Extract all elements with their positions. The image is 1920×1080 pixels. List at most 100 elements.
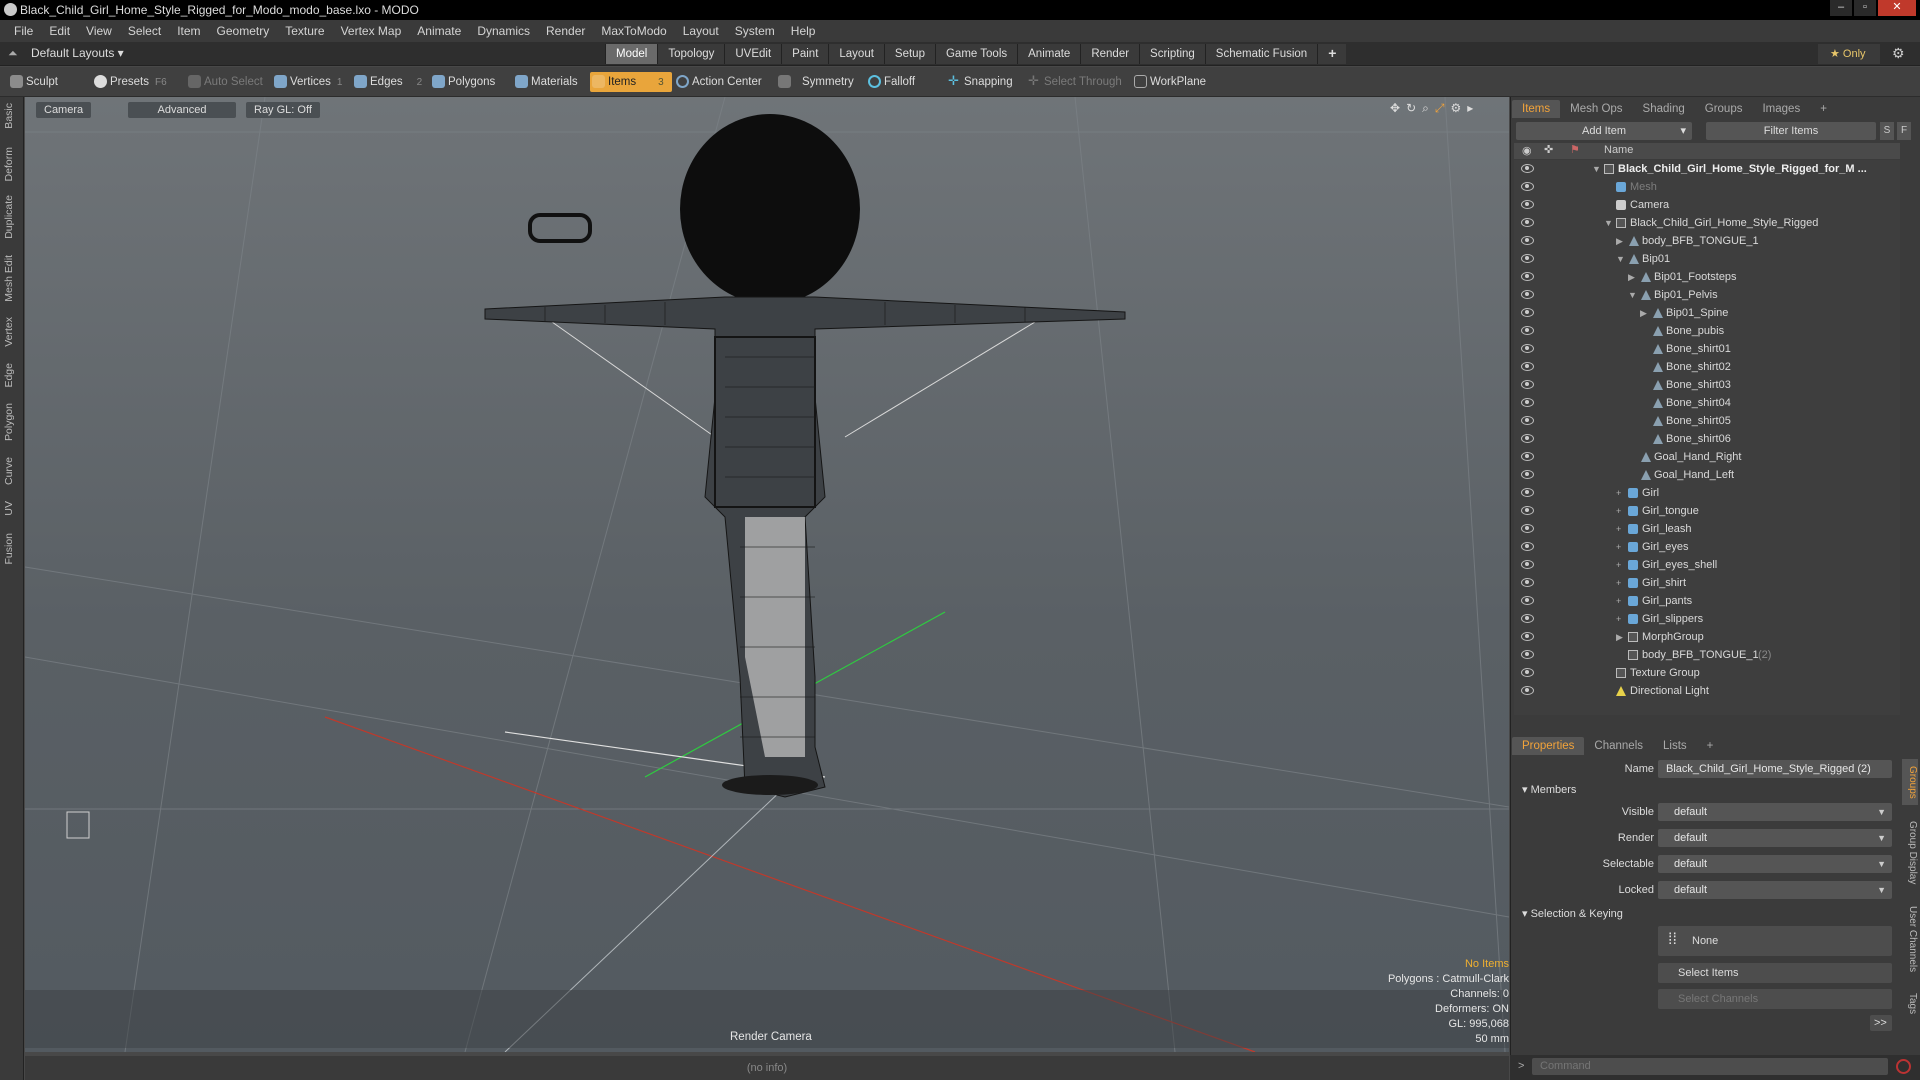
item-row[interactable]: Bone_shirt06	[1514, 430, 1900, 448]
symmetry-button[interactable]: Symmetry	[776, 72, 854, 92]
side-tab-user-channels[interactable]: User Channels	[1902, 899, 1918, 979]
item-row[interactable]: ▼ Bip01_Pelvis	[1514, 286, 1900, 304]
item-row[interactable]: ▶ Bip01_Spine	[1514, 304, 1900, 322]
menu-maxtomodo[interactable]: MaxToModo	[593, 24, 674, 38]
visibility-eye-icon[interactable]	[1520, 559, 1534, 569]
viewport-more-icon[interactable]: ▸	[1467, 101, 1473, 116]
visibility-eye-icon[interactable]	[1520, 667, 1534, 677]
materials-button[interactable]: Materials	[513, 72, 578, 92]
visibility-eye-icon[interactable]	[1520, 379, 1534, 389]
visibility-eye-icon[interactable]	[1520, 181, 1534, 191]
camera-menu[interactable]: Camera	[36, 102, 92, 118]
visibility-eye-icon[interactable]	[1520, 163, 1534, 173]
expand-plus-icon[interactable]: +	[1616, 502, 1621, 520]
tab-groups[interactable]: Groups	[1695, 100, 1753, 118]
menu-view[interactable]: View	[78, 24, 120, 38]
item-row[interactable]: ▶ MorphGroup	[1514, 628, 1900, 646]
tab-topology[interactable]: Topology	[657, 44, 725, 64]
collapse-arrow-icon[interactable]: ▼	[1628, 286, 1637, 304]
filter-s-button[interactable]: S	[1880, 122, 1894, 140]
expand-arrow-icon[interactable]: ▶	[1640, 304, 1647, 322]
visibility-eye-icon[interactable]	[1520, 505, 1534, 515]
tab-lists[interactable]: Lists	[1653, 737, 1697, 755]
vertices-button[interactable]: Vertices 1	[272, 72, 342, 92]
item-row[interactable]: Goal_Hand_Left	[1514, 466, 1900, 484]
item-row[interactable]: + Girl_shirt	[1514, 574, 1900, 592]
falloff-button[interactable]: Falloff	[866, 72, 915, 92]
tab-model[interactable]: Model	[605, 44, 658, 64]
item-row[interactable]: Bone_shirt03	[1514, 376, 1900, 394]
item-row[interactable]: Bone_shirt05	[1514, 412, 1900, 430]
more-button[interactable]: >>	[1870, 1015, 1892, 1031]
menu-help[interactable]: Help	[783, 24, 824, 38]
layout-menu-icon[interactable]: ⏶	[8, 46, 18, 60]
tab-render[interactable]: Render	[1080, 44, 1140, 64]
visibility-eye-icon[interactable]	[1520, 649, 1534, 659]
tab-curve[interactable]: Curve	[3, 457, 21, 485]
visibility-eye-icon[interactable]	[1520, 487, 1534, 497]
visibility-eye-icon[interactable]	[1520, 397, 1534, 407]
visibility-eye-icon[interactable]	[1520, 343, 1534, 353]
add-tab-icon[interactable]: +	[1317, 44, 1347, 64]
expand-arrow-icon[interactable]: ▶	[1616, 628, 1623, 646]
tab-layout[interactable]: Layout	[828, 44, 884, 64]
tab-deform[interactable]: Deform	[3, 147, 21, 181]
menu-animate[interactable]: Animate	[409, 24, 469, 38]
maximize-view-icon[interactable]: ⤢	[1435, 101, 1445, 116]
visibility-eye-icon[interactable]	[1520, 415, 1534, 425]
tab-setup[interactable]: Setup	[883, 44, 935, 64]
item-row[interactable]: body_BFB_TONGUE_1 (2)	[1514, 646, 1900, 664]
tab-mesh-ops[interactable]: Mesh Ops	[1560, 100, 1632, 118]
menu-texture[interactable]: Texture	[277, 24, 332, 38]
add-tab-icon[interactable]: +	[1697, 737, 1724, 755]
only-button[interactable]: ★ Only	[1818, 44, 1880, 64]
select-items-button[interactable]: Select Items	[1658, 963, 1892, 983]
expand-arrow-icon[interactable]: ▶	[1628, 268, 1635, 286]
advanced-menu[interactable]: Advanced	[128, 102, 236, 118]
tab-mesh-edit[interactable]: Mesh Edit	[3, 255, 21, 302]
visibility-eye-icon[interactable]	[1520, 325, 1534, 335]
item-row[interactable]: Bone_pubis	[1514, 322, 1900, 340]
none-button[interactable]: ⁞⁞ None	[1658, 926, 1892, 956]
visibility-eye-icon[interactable]	[1520, 235, 1534, 245]
menu-select[interactable]: Select	[120, 24, 169, 38]
locked-select[interactable]: default ▼	[1658, 881, 1892, 899]
menu-geometry[interactable]: Geometry	[209, 24, 278, 38]
render-select[interactable]: default ▼	[1658, 829, 1892, 847]
visibility-eye-icon[interactable]	[1520, 199, 1534, 209]
item-row[interactable]: Bone_shirt04	[1514, 394, 1900, 412]
record-icon[interactable]	[1896, 1059, 1911, 1074]
filter-items-input[interactable]: Filter Items	[1706, 122, 1876, 140]
select-channels-button[interactable]: Select Channels	[1658, 989, 1892, 1009]
tab-uv[interactable]: UV	[3, 501, 21, 516]
menu-file[interactable]: File	[6, 24, 41, 38]
item-row[interactable]: + Girl_eyes	[1514, 538, 1900, 556]
maximize-icon[interactable]: ▫	[1854, 0, 1876, 16]
tab-scripting[interactable]: Scripting	[1139, 44, 1205, 64]
tab-schematic-fusion[interactable]: Schematic Fusion	[1204, 44, 1318, 64]
layout-select[interactable]: ⏶ Default Layouts ▾	[8, 46, 124, 61]
collapse-arrow-icon[interactable]: ▼	[1616, 250, 1625, 268]
item-row[interactable]: Mesh	[1514, 178, 1900, 196]
visibility-eye-icon[interactable]	[1520, 523, 1534, 533]
visible-select[interactable]: default ▼	[1658, 803, 1892, 821]
side-tab-tags[interactable]: Tags	[1902, 989, 1918, 1019]
menu-layout[interactable]: Layout	[675, 24, 727, 38]
sculpt-button[interactable]: Sculpt	[8, 72, 58, 92]
visibility-column-icon[interactable]: ◉	[1522, 144, 1532, 157]
side-tab-group-display[interactable]: Group Display	[1902, 813, 1918, 893]
tab-items[interactable]: Items	[1512, 100, 1561, 118]
item-row[interactable]: Texture Group	[1514, 664, 1900, 682]
command-input[interactable]	[1532, 1058, 1888, 1075]
polygons-button[interactable]: Polygons	[430, 72, 495, 92]
item-row[interactable]: + Girl_slippers	[1514, 610, 1900, 628]
item-row[interactable]: + Girl	[1514, 484, 1900, 502]
tab-basic[interactable]: Basic	[3, 103, 21, 129]
auto-select-button[interactable]: Auto Select	[186, 72, 263, 92]
select-through-button[interactable]: ✛ Select Through	[1026, 72, 1122, 92]
visibility-eye-icon[interactable]	[1520, 613, 1534, 623]
item-row[interactable]: Camera	[1514, 196, 1900, 214]
tab-animate[interactable]: Animate	[1017, 44, 1081, 64]
visibility-eye-icon[interactable]	[1520, 271, 1534, 281]
tab-shading[interactable]: Shading	[1633, 100, 1695, 118]
